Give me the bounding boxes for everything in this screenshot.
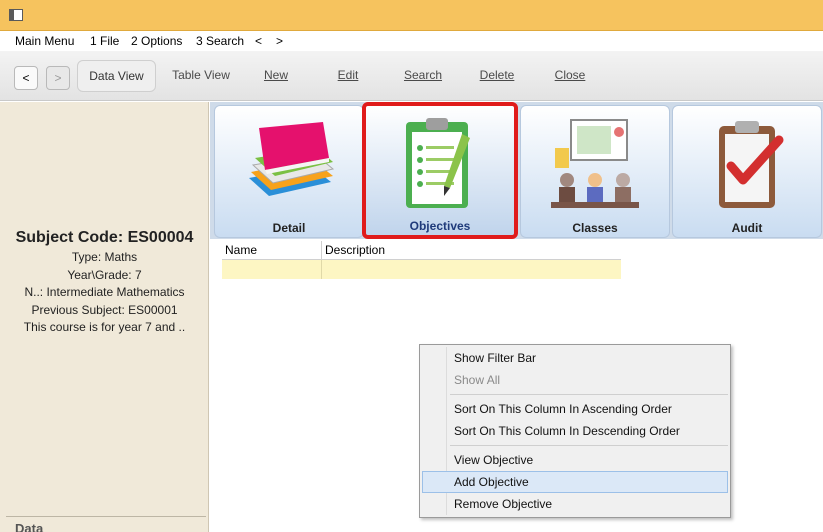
books-icon bbox=[249, 122, 335, 196]
menu-file[interactable]: 1 File bbox=[90, 34, 119, 48]
tile-detail[interactable]: Detail bbox=[214, 105, 364, 238]
menubar: Main Menu 1 File 2 Options 3 Search < > bbox=[0, 31, 823, 51]
grid-header: Name Description bbox=[222, 241, 621, 260]
objectives-grid: Name Description bbox=[222, 241, 621, 279]
subject-code: Subject Code: ES00004 bbox=[15, 229, 194, 246]
clipboard-pencil-icon bbox=[406, 118, 470, 208]
window-titlebar bbox=[0, 0, 823, 31]
menu-item-remove-objective[interactable]: Remove Objective bbox=[422, 493, 728, 515]
edit-button-label: Edit bbox=[337, 68, 359, 82]
subject-name: N..: Intermediate Mathematics bbox=[24, 285, 185, 299]
edit-button[interactable]: Edit bbox=[325, 60, 371, 92]
delete-button-label: Delete bbox=[479, 68, 515, 82]
close-button[interactable]: Close bbox=[546, 60, 594, 92]
menu-item-show-all[interactable]: Show All bbox=[422, 369, 728, 391]
app-window-icon bbox=[9, 9, 23, 21]
tile-audit[interactable]: Audit bbox=[672, 105, 822, 238]
column-header-name[interactable]: Name bbox=[222, 241, 322, 259]
tile-bar: Detail Objectives Classes Audit bbox=[210, 102, 823, 239]
search-button-label: Search bbox=[403, 68, 443, 82]
subject-description: This course is for year 7 and .. bbox=[23, 320, 186, 334]
cell-name[interactable] bbox=[222, 260, 322, 279]
tile-classes[interactable]: Classes bbox=[520, 105, 670, 238]
delete-button[interactable]: Delete bbox=[473, 60, 521, 92]
close-button-label: Close bbox=[554, 68, 586, 82]
data-section-label[interactable]: Data bbox=[15, 521, 43, 532]
table-view-button[interactable]: Table View bbox=[163, 60, 239, 92]
menu-item-sort-descending[interactable]: Sort On This Column In Descending Order bbox=[422, 420, 728, 442]
new-button[interactable]: New bbox=[253, 60, 299, 92]
menu-separator bbox=[450, 394, 728, 395]
menu-main[interactable]: Main Menu bbox=[15, 34, 74, 48]
menu-search[interactable]: 3 Search bbox=[196, 34, 244, 48]
subject-type: Type: Maths bbox=[71, 250, 138, 264]
menu-item-view-objective[interactable]: View Objective bbox=[422, 449, 728, 471]
subject-info: Subject Code: ES00004 Type: Maths Year\G… bbox=[0, 229, 209, 337]
subject-year: Year\Grade: 7 bbox=[67, 267, 142, 282]
tile-audit-label: Audit bbox=[731, 221, 763, 235]
menu-back-arrow[interactable]: < bbox=[255, 34, 262, 48]
menu-separator bbox=[450, 445, 728, 446]
back-button[interactable]: < bbox=[14, 66, 38, 90]
subject-summary-panel: Subject Code: ES00004 Type: Maths Year\G… bbox=[0, 102, 209, 532]
menu-item-add-objective[interactable]: Add Objective bbox=[422, 471, 728, 493]
panel-divider bbox=[6, 516, 206, 517]
tile-objectives-label: Objectives bbox=[409, 219, 471, 233]
tile-objectives[interactable]: Objectives bbox=[362, 102, 518, 239]
table-row[interactable] bbox=[222, 260, 621, 279]
data-view-button[interactable]: Data View bbox=[77, 60, 156, 92]
search-button[interactable]: Search bbox=[397, 60, 449, 92]
cell-description[interactable] bbox=[322, 260, 621, 279]
toolbar: < > Data View Table View New Edit Search… bbox=[0, 51, 823, 101]
column-header-description[interactable]: Description bbox=[322, 241, 621, 259]
tile-classes-label: Classes bbox=[572, 221, 618, 235]
previous-subject: Previous Subject: ES00001 bbox=[31, 302, 178, 317]
menu-item-show-filter-bar[interactable]: Show Filter Bar bbox=[422, 347, 728, 369]
clipboard-check-icon bbox=[719, 121, 784, 208]
forward-button[interactable]: > bbox=[46, 66, 70, 90]
menu-options[interactable]: 2 Options bbox=[131, 34, 182, 48]
menu-forward-arrow[interactable]: > bbox=[276, 34, 283, 48]
new-button-label: New bbox=[263, 68, 288, 82]
tile-detail-label: Detail bbox=[272, 221, 306, 235]
menu-item-sort-ascending[interactable]: Sort On This Column In Ascending Order bbox=[422, 398, 728, 420]
context-menu: Show Filter Bar Show All Sort On This Co… bbox=[419, 344, 731, 518]
classroom-icon bbox=[551, 119, 639, 208]
